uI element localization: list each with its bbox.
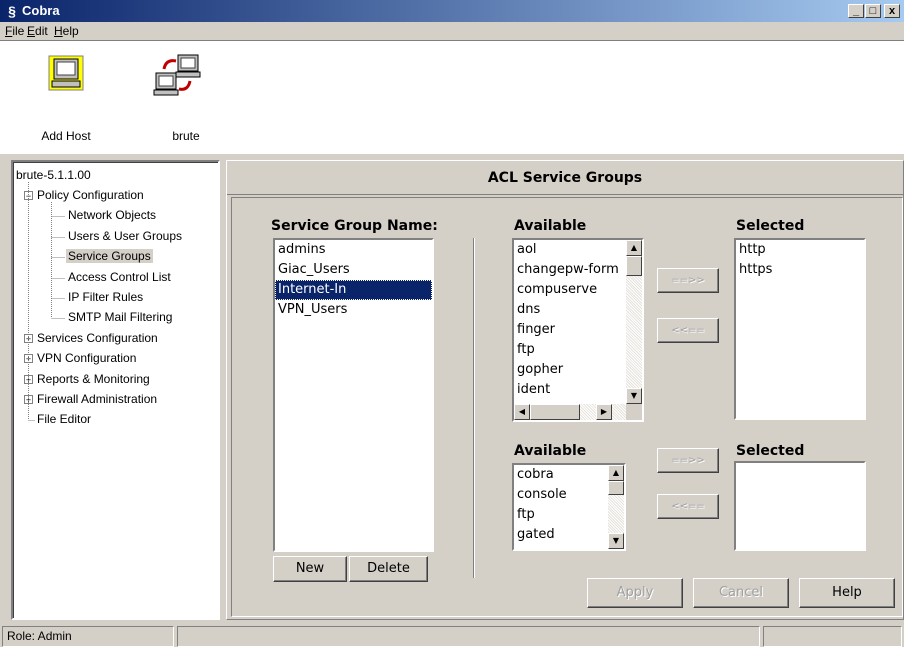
list-item[interactable]: aol xyxy=(514,240,626,260)
minimize-button[interactable]: _ xyxy=(848,4,864,18)
add-host-button[interactable]: Add Host xyxy=(26,53,106,153)
scroll-left-icon[interactable]: ◀ xyxy=(514,404,530,420)
network-hosts-icon xyxy=(153,54,201,96)
list-item[interactable]: dns xyxy=(514,300,626,320)
status-pane-right xyxy=(763,626,902,647)
brute-host-button[interactable]: brute xyxy=(138,53,218,153)
add-service-button-2[interactable]: ==>> xyxy=(657,448,719,473)
help-button[interactable]: Help xyxy=(799,578,895,608)
selected-label-2: Selected xyxy=(736,443,805,459)
scroll-down-icon[interactable]: ▼ xyxy=(608,533,624,549)
menu-bar: File Edit Help xyxy=(0,22,904,40)
close-button[interactable]: x xyxy=(884,4,900,18)
list-item[interactable]: finger xyxy=(514,320,626,340)
vertical-scrollbar[interactable]: ▲ ▼ xyxy=(608,465,624,549)
service-group-list[interactable]: admins Giac_Users Internet-In VPN_Users xyxy=(273,238,434,552)
tree-item-network-objects[interactable]: Network Objects xyxy=(68,208,156,222)
menu-edit[interactable]: Edit xyxy=(27,24,48,38)
list-item[interactable]: cobra xyxy=(514,465,608,485)
list-item[interactable]: admins xyxy=(275,240,432,260)
list-item[interactable]: console xyxy=(514,485,608,505)
list-item[interactable]: ftp xyxy=(514,340,626,360)
tree-item-smtp-mail-filtering[interactable]: SMTP Mail Filtering xyxy=(68,310,172,324)
scroll-up-icon[interactable]: ▲ xyxy=(626,240,642,256)
list-item-selected[interactable]: Internet-In xyxy=(275,280,432,300)
panel-title: ACL Service Groups xyxy=(227,161,903,195)
hscroll-thumb[interactable] xyxy=(530,404,580,420)
window-title: Cobra xyxy=(22,3,60,18)
tree-lines xyxy=(28,182,65,421)
list-item[interactable]: https xyxy=(736,260,864,280)
scroll-thumb[interactable] xyxy=(626,256,642,276)
list-item[interactable]: http xyxy=(736,240,864,260)
list-item[interactable]: ftp xyxy=(514,505,608,525)
scroll-right-icon[interactable]: ▶ xyxy=(596,404,612,420)
selected-services-list-2[interactable] xyxy=(734,461,866,551)
navigation-tree: brute-5.1.1.00 − Policy Configuration Ne… xyxy=(11,160,220,620)
scroll-down-icon[interactable]: ▼ xyxy=(626,388,642,404)
remove-service-button[interactable]: <<== xyxy=(657,318,719,343)
tree-item-access-control-list[interactable]: Access Control List xyxy=(68,270,171,284)
toolbar: Add Host brute xyxy=(0,40,904,154)
status-role: Role: Admin xyxy=(2,626,174,647)
tree-item-service-groups[interactable]: Service Groups xyxy=(66,249,153,263)
list-item[interactable]: compuserve xyxy=(514,280,626,300)
add-service-button[interactable]: ==>> xyxy=(657,268,719,293)
list-item[interactable]: gated xyxy=(514,525,608,545)
tree-item-ip-filter-rules[interactable]: IP Filter Rules xyxy=(68,290,143,304)
divider xyxy=(473,238,475,578)
app-icon: § xyxy=(8,3,16,19)
vertical-scrollbar[interactable]: ▲ ▼ xyxy=(626,240,642,404)
add-host-label: Add Host xyxy=(41,129,91,143)
scroll-corner xyxy=(626,404,642,420)
list-item[interactable]: ident xyxy=(514,380,626,400)
delete-button[interactable]: Delete xyxy=(349,556,428,582)
title-bar[interactable]: § Cobra _ □ x xyxy=(0,0,904,22)
selected-services-list[interactable]: http https xyxy=(734,238,866,420)
new-button[interactable]: New xyxy=(273,556,347,582)
maximize-button[interactable]: □ xyxy=(865,4,881,18)
list-item[interactable]: Giac_Users xyxy=(275,260,432,280)
list-item[interactable]: gopher xyxy=(514,360,626,380)
apply-button[interactable]: Apply xyxy=(587,578,683,608)
available-services-list[interactable]: aol changepw-form compuserve dns finger … xyxy=(512,238,644,422)
status-bar: Role: Admin xyxy=(0,624,904,647)
scroll-thumb[interactable] xyxy=(608,481,624,495)
scroll-up-icon[interactable]: ▲ xyxy=(608,465,624,481)
menu-help[interactable]: Help xyxy=(54,24,79,38)
menu-file[interactable]: File xyxy=(5,24,24,38)
available-services-list-2[interactable]: cobra console ftp gated ▲ ▼ xyxy=(512,463,626,551)
service-groups-panel: ACL Service Groups Service Group Name: a… xyxy=(226,160,904,620)
tree-item-users-groups[interactable]: Users & User Groups xyxy=(68,229,182,243)
selected-label: Selected xyxy=(736,218,805,234)
cancel-button[interactable]: Cancel xyxy=(693,578,789,608)
list-item[interactable]: changepw-form xyxy=(514,260,626,280)
available-label: Available xyxy=(514,218,587,234)
status-pane-main xyxy=(177,626,760,647)
brute-label: brute xyxy=(172,129,200,143)
remove-service-button-2[interactable]: <<== xyxy=(657,494,719,519)
available-label-2: Available xyxy=(514,443,587,459)
list-item[interactable]: VPN_Users xyxy=(275,300,432,320)
service-group-name-label: Service Group Name: xyxy=(271,218,438,234)
service-groups-group: Service Group Name: admins Giac_Users In… xyxy=(231,197,903,617)
computer-icon xyxy=(48,55,84,91)
horizontal-scrollbar[interactable]: ◀ ▶ xyxy=(514,404,626,420)
